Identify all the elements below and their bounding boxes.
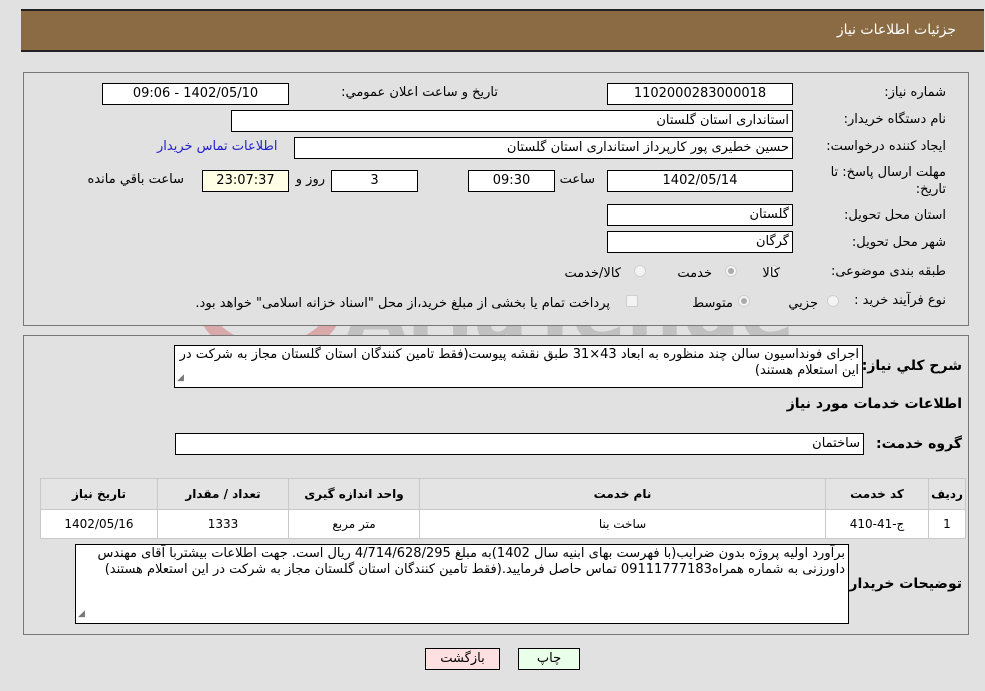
days-remaining-field: 3	[331, 170, 418, 192]
col-unit: واحد اندازه گیری	[288, 478, 420, 510]
time-remaining-field: 23:07:37	[202, 170, 289, 192]
table-header-row: رديف کد خدمت نام خدمت واحد اندازه گیری ت…	[40, 478, 966, 510]
col-service-code: کد خدمت	[825, 478, 929, 510]
province-field: گلستان	[607, 204, 793, 226]
city-label: شهر محل تحویل:	[851, 235, 946, 250]
buyer-org-label: نام دستگاه خریدار:	[843, 112, 946, 127]
cell-unit: متر مربع	[288, 509, 420, 539]
cell-service-name: ساخت بنا	[419, 509, 826, 539]
category-label: طبقه بندی موضوعی:	[830, 264, 946, 279]
description-label: شرح كلي نياز:	[861, 358, 962, 374]
purchase-option-minor: جزيي	[788, 296, 818, 311]
cell-quantity: 1333	[157, 509, 289, 539]
cell-need-date: 1402/05/16	[40, 509, 158, 539]
cell-service-code: ج-41-410	[825, 509, 929, 539]
category-radio-goods-service[interactable]	[634, 265, 646, 277]
purchase-type-label: نوع فرآیند خرید :	[854, 293, 946, 308]
col-row-number: رديف	[928, 478, 966, 510]
services-table: رديف کد خدمت نام خدمت واحد اندازه گیری ت…	[40, 478, 966, 539]
buyer-contact-link[interactable]: اطلاعات تماس خریدار	[157, 139, 277, 154]
buyer-notes-label: توضيحات خريدار:	[843, 576, 962, 592]
category-option-goods-service: کالا/خدمت	[564, 266, 621, 281]
col-service-name: نام خدمت	[419, 478, 826, 510]
description-textarea[interactable]: اجرای فونداسیون سالن چند منظوره به ابعاد…	[174, 345, 863, 388]
creator-label: ایجاد کننده درخواست:	[826, 139, 946, 154]
category-radio-service[interactable]	[725, 265, 737, 277]
announce-datetime-field: 1402/05/10 - 09:06	[102, 83, 289, 105]
province-label: استان محل تحویل:	[844, 208, 946, 223]
deadline-date-field: 1402/05/14	[607, 170, 793, 192]
table-row: 1 ج-41-410 ساخت بنا متر مربع 1333 1402/0…	[40, 509, 966, 539]
treasury-note: پرداخت تمام یا بخشی از مبلغ خرید،از محل …	[195, 296, 610, 311]
resize-handle-icon[interactable]: ◢	[78, 606, 85, 622]
category-option-goods: کالا	[762, 266, 780, 281]
page-header: جزئیات اطلاعات نیاز	[21, 9, 984, 52]
back-button[interactable]: بازگشت	[425, 648, 500, 670]
cell-row-number: 1	[928, 509, 966, 539]
treasury-checkbox[interactable]	[626, 295, 638, 307]
page-title: جزئیات اطلاعات نیاز	[836, 22, 956, 38]
time-remaining-label: ساعت باقي مانده	[87, 172, 184, 187]
need-info-panel: شماره نیاز: 1102000283000018 تاریخ و ساع…	[23, 72, 969, 326]
creator-field: حسین خطیری پور کارپرداز استانداری استان …	[294, 137, 793, 159]
category-option-service: خدمت	[677, 266, 712, 281]
deadline-label: مهلت ارسال پاسخ: تا تاریخ:	[830, 165, 946, 197]
days-label: روز و	[295, 172, 325, 187]
buyer-org-field: استانداری استان گلستان	[231, 110, 793, 132]
purchase-radio-medium[interactable]	[738, 295, 750, 307]
buyer-notes-textarea[interactable]: برآورد اولیه پروژه بدون ضرایب(با فهرست ب…	[75, 544, 849, 624]
description-text: اجرای فونداسیون سالن چند منظوره به ابعاد…	[179, 347, 859, 378]
need-number-field: 1102000283000018	[607, 83, 793, 105]
col-quantity: تعداد / مقدار	[157, 478, 289, 510]
service-group-label: گروه خدمت:	[876, 436, 962, 452]
service-group-field: ساختمان	[175, 433, 864, 455]
deadline-time-field: 09:30	[468, 170, 555, 192]
col-need-date: تاریخ نیاز	[40, 478, 158, 510]
city-field: گرگان	[607, 231, 793, 253]
need-number-label: شماره نیاز:	[884, 85, 946, 100]
service-details-panel: شرح كلي نياز: اجرای فونداسیون سالن چند م…	[23, 335, 969, 635]
announce-label: تاریخ و ساعت اعلان عمومي:	[341, 85, 498, 100]
purchase-radio-minor[interactable]	[827, 295, 839, 307]
print-button[interactable]: چاپ	[518, 648, 580, 670]
purchase-option-medium: متوسط	[692, 296, 733, 311]
deadline-time-label: ساعت	[559, 172, 595, 187]
buyer-notes-text: برآورد اولیه پروژه بدون ضرایب(با فهرست ب…	[97, 546, 845, 577]
resize-handle-icon[interactable]: ◢	[177, 370, 184, 386]
services-heading: اطلاعات خدمات مورد نياز	[786, 396, 962, 412]
